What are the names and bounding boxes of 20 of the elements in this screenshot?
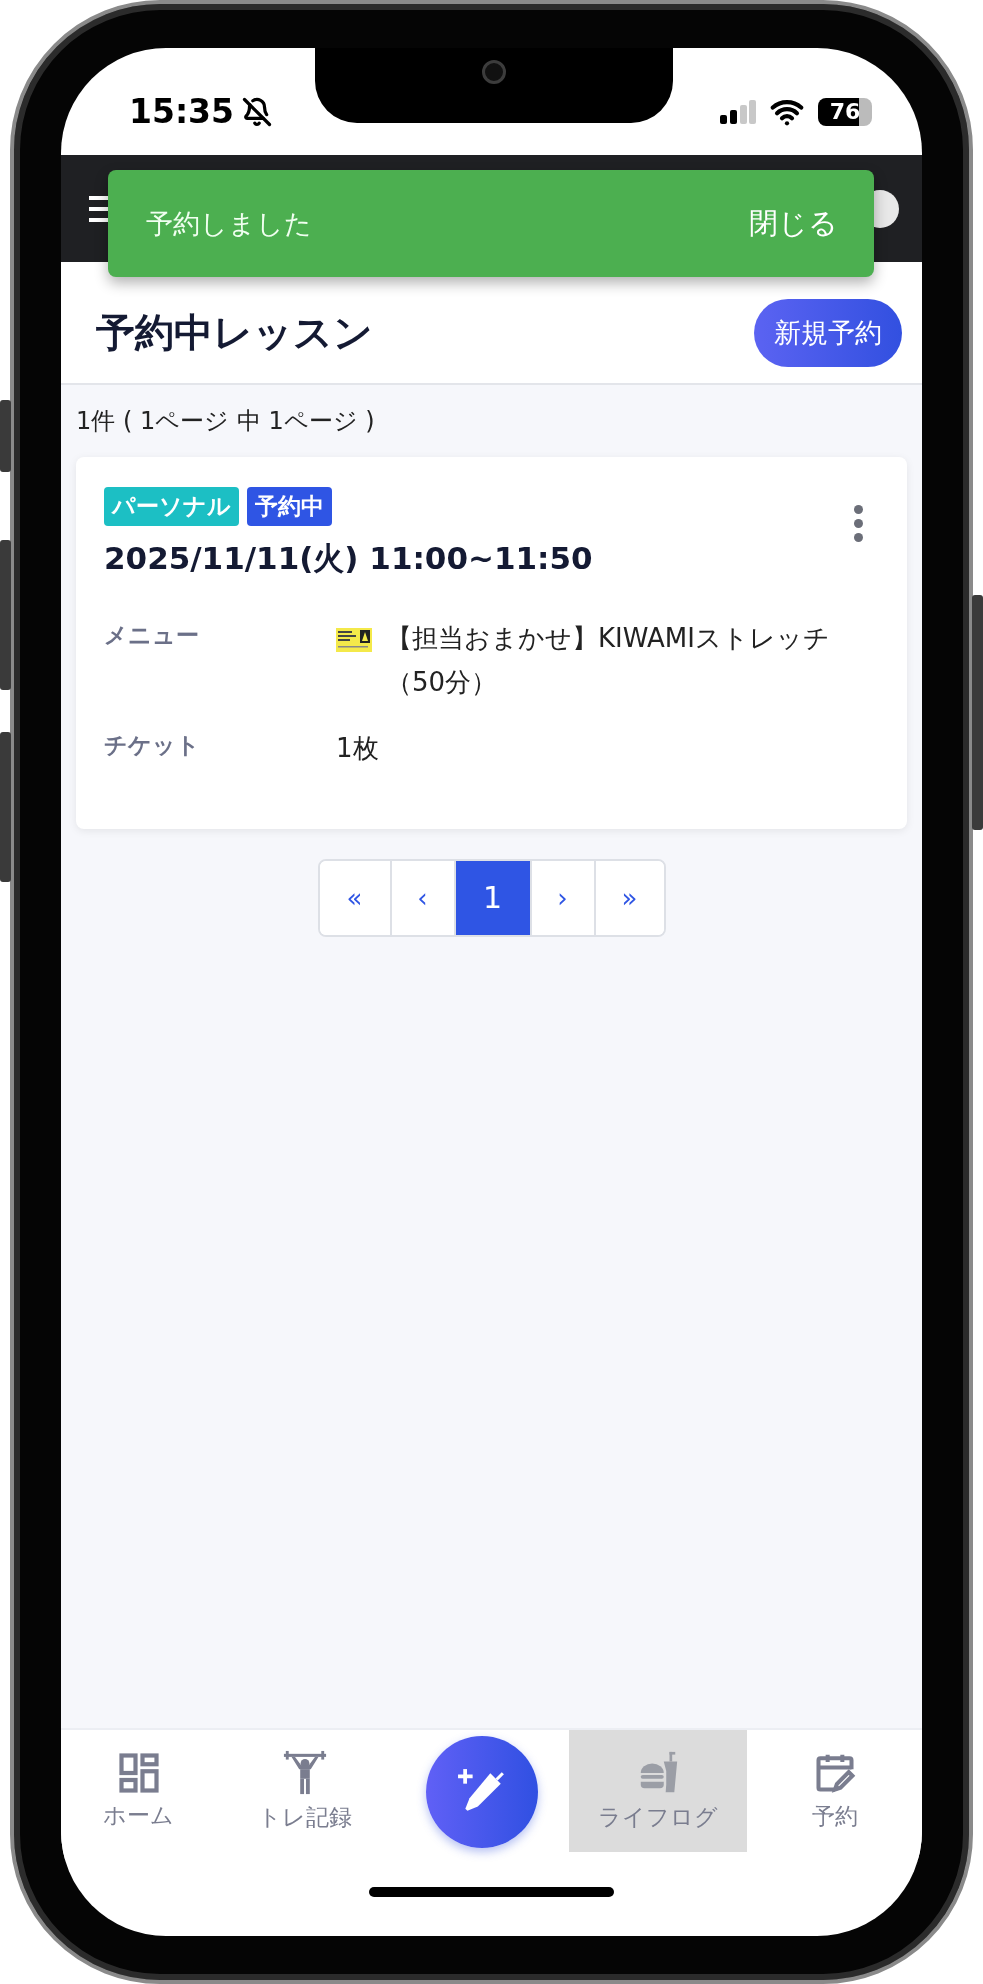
status-time: 15:35: [129, 92, 235, 131]
toast-message: 予約しました: [146, 206, 312, 241]
page-title: 予約中レッスン: [96, 308, 373, 357]
nav-tab[interactable]: ホーム: [61, 1730, 216, 1852]
lesson-datetime: 2025/11/11(火) 11:00~11:50: [104, 539, 594, 578]
nav-tab[interactable]: 予約: [747, 1730, 922, 1852]
result-count: 1件 ( 1ページ 中 1ページ ): [76, 406, 376, 437]
field-label: チケット: [104, 731, 201, 761]
field-label: メニュー: [104, 621, 200, 650]
battery-indicator: 76: [818, 97, 872, 126]
tag: 予約中: [247, 487, 332, 526]
page-button[interactable]: 1: [453, 860, 530, 935]
nav-tab[interactable]: ライフログ: [569, 1730, 747, 1852]
close-button[interactable]: 閉じる: [745, 199, 842, 248]
field-value: 1枚: [336, 732, 379, 766]
page-button[interactable]: »: [593, 860, 664, 935]
tag: パーソナル: [104, 487, 239, 526]
nav-tab[interactable]: トレ記録: [216, 1730, 394, 1852]
field-value: 【担当おまかせ】KIWAMIストレッチ（50分）: [386, 622, 831, 700]
new-reservation-button[interactable]: 新規予約: [754, 298, 902, 367]
